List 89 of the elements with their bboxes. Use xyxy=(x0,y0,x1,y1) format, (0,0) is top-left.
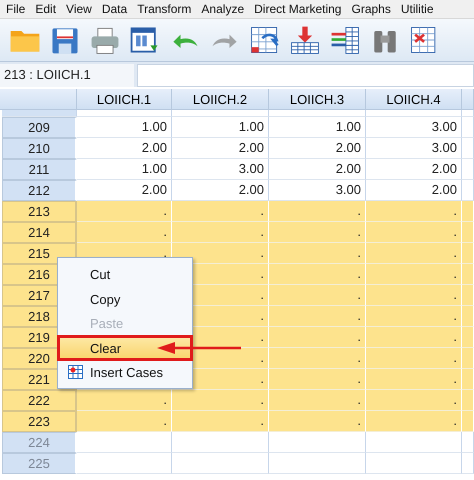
table-cell xyxy=(462,201,474,222)
table-cell: . xyxy=(366,390,462,411)
table-cell: . xyxy=(366,306,462,327)
cell-editor-field[interactable] xyxy=(137,64,474,87)
table-cell: . xyxy=(77,201,172,222)
row-header[interactable]: 215 xyxy=(2,243,77,264)
table-cell: . xyxy=(366,348,462,369)
table-cell: . xyxy=(77,390,172,411)
column-header[interactable]: LOIICH.4 xyxy=(366,89,462,110)
menu-item[interactable]: File xyxy=(0,0,26,18)
table-cell xyxy=(462,348,474,369)
table-cell: 2.00 xyxy=(269,159,366,180)
table-cell: . xyxy=(77,222,172,243)
row-header[interactable]: 214 xyxy=(2,222,77,243)
menu-item[interactable]: Utilitie xyxy=(394,0,434,18)
table-cell: . xyxy=(269,327,366,348)
table-cell: 3.00 xyxy=(172,159,269,180)
cell-reference: 213 : LOIICH.1 xyxy=(0,64,134,87)
table-cell: 3.00 xyxy=(269,180,366,201)
row-header[interactable]: 223 xyxy=(2,411,77,432)
table-cell xyxy=(462,243,474,264)
table-cell xyxy=(462,453,474,474)
table-cell: . xyxy=(172,411,269,432)
table-cell xyxy=(462,222,474,243)
table-cell: . xyxy=(269,285,366,306)
table-cell: . xyxy=(366,201,462,222)
table-cell: 2.00 xyxy=(172,180,269,201)
table-cell: . xyxy=(269,306,366,327)
menu-item[interactable]: Analyze xyxy=(195,0,244,18)
table-cell: . xyxy=(269,201,366,222)
table-cell xyxy=(462,285,474,306)
table-cell xyxy=(462,180,474,201)
table-cell: 2.00 xyxy=(77,180,172,201)
row-header[interactable]: 222 xyxy=(2,390,77,411)
table-cell xyxy=(462,411,474,432)
row-header[interactable]: 211 xyxy=(2,159,77,180)
table-cell: 2.00 xyxy=(366,180,462,201)
table-cell xyxy=(462,159,474,180)
table-cell: . xyxy=(366,264,462,285)
table-cell: . xyxy=(366,327,462,348)
table-icon xyxy=(68,365,83,379)
table-cell: 1.00 xyxy=(77,117,172,138)
table-cell: 3.00 xyxy=(366,117,462,138)
menu-item[interactable]: Edit xyxy=(29,0,56,18)
table-cell xyxy=(462,369,474,390)
table-cell: 2.00 xyxy=(269,138,366,159)
table-cell: . xyxy=(366,369,462,390)
table-cell: . xyxy=(269,264,366,285)
table-cell: . xyxy=(366,222,462,243)
table-cell: . xyxy=(77,411,172,432)
menu-item[interactable]: Direct Marketing xyxy=(248,0,342,18)
column-header[interactable]: LOIICH.2 xyxy=(172,89,269,110)
column-header[interactable]: LOIICH.3 xyxy=(269,89,366,110)
table-cell: 3.00 xyxy=(366,138,462,159)
row-header[interactable]: 209 xyxy=(2,117,77,138)
table-cell xyxy=(462,138,474,159)
table-cell: . xyxy=(269,243,366,264)
table-cell: . xyxy=(269,411,366,432)
row-header[interactable]: 212 xyxy=(2,180,77,201)
menu-item[interactable]: Clear xyxy=(58,336,192,360)
table-cell: 2.00 xyxy=(77,138,172,159)
table-cell xyxy=(462,390,474,411)
table-cell: . xyxy=(269,390,366,411)
table-cell: . xyxy=(366,285,462,306)
table-cell xyxy=(462,264,474,285)
menu-item[interactable]: Data xyxy=(96,0,128,18)
table-cell: . xyxy=(172,243,269,264)
table-cell: . xyxy=(366,411,462,432)
menu-item[interactable]: View xyxy=(60,0,92,18)
menu-item[interactable]: Graphs xyxy=(345,0,391,18)
table-cell: . xyxy=(172,201,269,222)
table-cell xyxy=(462,432,474,453)
table-cell: 2.00 xyxy=(366,159,462,180)
table-cell: 2.00 xyxy=(172,138,269,159)
table-cell: 1.00 xyxy=(172,117,269,138)
table-cell: . xyxy=(366,243,462,264)
menu-item[interactable]: Transform xyxy=(131,0,192,18)
table-cell: . xyxy=(269,348,366,369)
column-header[interactable]: LOIICH.1 xyxy=(77,89,172,110)
table-cell xyxy=(462,306,474,327)
table-cell: 1.00 xyxy=(269,117,366,138)
row-header[interactable]: 213 xyxy=(2,201,77,222)
table-cell: . xyxy=(172,222,269,243)
table-cell: . xyxy=(172,390,269,411)
row-header[interactable]: 210 xyxy=(2,138,77,159)
table-cell: 1.00 xyxy=(77,159,172,180)
table-cell xyxy=(462,327,474,348)
table-cell: . xyxy=(269,222,366,243)
table-cell: . xyxy=(269,369,366,390)
